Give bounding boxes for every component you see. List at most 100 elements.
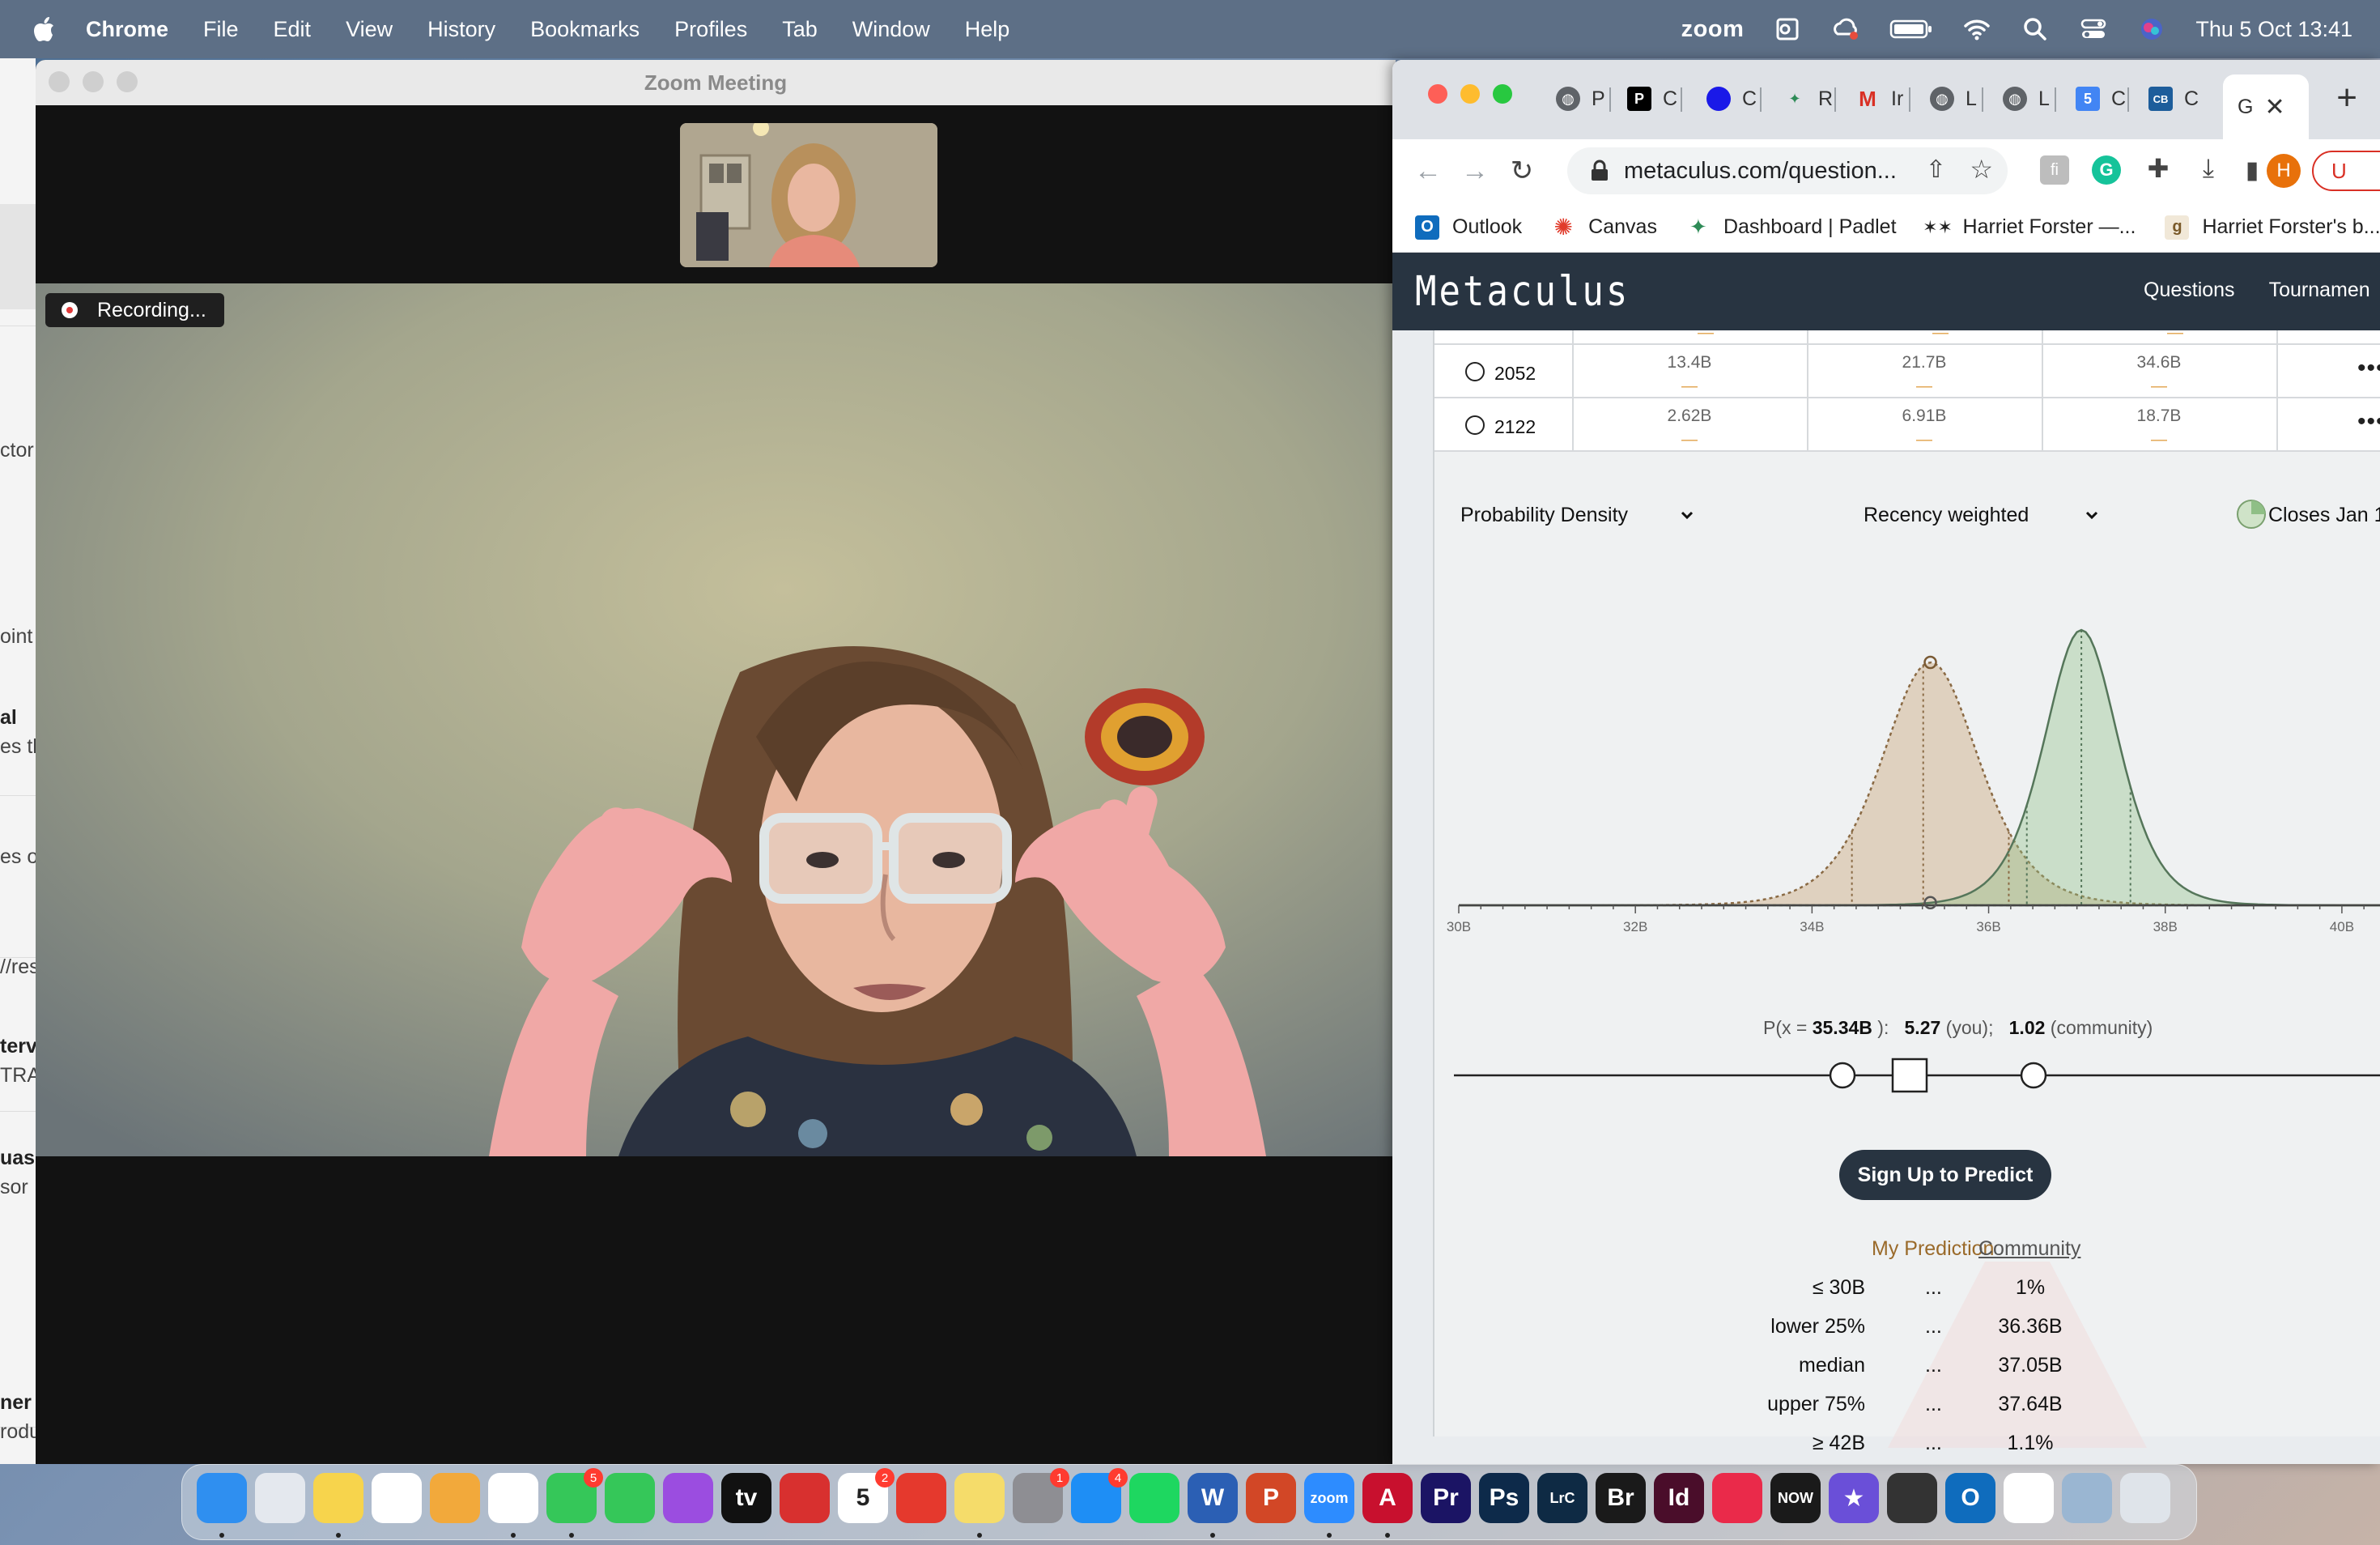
tab-6[interactable]: ◍ L [1930, 76, 1977, 121]
profile-avatar[interactable]: H [2267, 154, 2301, 188]
siri-icon[interactable] [2137, 15, 2166, 44]
extension-icon[interactable]: fi [2040, 155, 2069, 185]
podcasts-icon[interactable] [663, 1473, 713, 1523]
messages-icon[interactable]: 5 [546, 1468, 603, 1523]
address-bar[interactable]: metaculus.com/question... ⇧ ☆ [1567, 147, 2008, 194]
menu-window[interactable]: Window [852, 17, 930, 42]
self-view-video[interactable] [680, 123, 937, 267]
speech-icon[interactable] [896, 1473, 946, 1523]
outlook-icon[interactable]: O [1945, 1473, 1995, 1523]
bookmark-canvas[interactable]: ✺ Canvas [1551, 215, 1657, 240]
indesign-icon[interactable]: Id [1654, 1473, 1704, 1523]
menu-help[interactable]: Help [965, 17, 1010, 42]
tab-1[interactable]: ◍ P [1556, 76, 1605, 121]
word-icon[interactable]: W [1188, 1473, 1238, 1523]
tab-9[interactable]: CB C [2148, 76, 2199, 121]
menu-bookmarks[interactable]: Bookmarks [530, 17, 640, 42]
nav-tournaments[interactable]: Tournamen [2269, 279, 2370, 302]
acrobat-icon[interactable]: A [1362, 1473, 1413, 1523]
puzzle-icon[interactable]: ✚ [2144, 154, 2173, 183]
system-settings-icon[interactable]: 1 [1013, 1468, 1069, 1523]
density-select[interactable]: Probability Density [1460, 504, 1628, 527]
download-icon[interactable]: ⤓ [2194, 153, 2223, 183]
now-tv-icon[interactable]: NOW [1770, 1473, 1821, 1523]
chrome-icon[interactable] [488, 1473, 538, 1523]
prediction-slider[interactable] [1434, 1051, 2380, 1100]
stickies-icon[interactable] [954, 1473, 1005, 1523]
zoom-window-button[interactable] [1493, 84, 1512, 104]
back-arrow-icon[interactable]: ← [1413, 155, 1443, 186]
wifi-icon[interactable] [1962, 15, 1991, 44]
facetime-icon[interactable] [605, 1473, 655, 1523]
metaculus-logo[interactable]: Metaculus [1415, 268, 1630, 316]
tab-3[interactable]: C [1706, 76, 1757, 121]
tab-7[interactable]: ◍ L [2003, 76, 2050, 121]
appletv-icon[interactable]: tv [721, 1473, 771, 1523]
menu-clock[interactable]: Thu 5 Oct 13:41 [2195, 17, 2352, 42]
close-window-button[interactable] [1428, 84, 1447, 104]
app-store-icon[interactable]: 4 [1071, 1468, 1128, 1523]
reminders-icon[interactable] [372, 1473, 422, 1523]
row-more-button[interactable]: ••• [2357, 355, 2380, 382]
menu-edit[interactable]: Edit [274, 17, 312, 42]
menu-tab[interactable]: Tab [782, 17, 818, 42]
main-speaker-video[interactable] [36, 283, 1396, 1156]
apple-icon[interactable] [32, 16, 55, 42]
tab-4[interactable]: ✦ R [1783, 76, 1833, 121]
photoshop-icon[interactable]: Ps [1479, 1473, 1529, 1523]
creative-cloud-icon[interactable] [1831, 15, 1860, 44]
preview-icon[interactable] [2062, 1473, 2112, 1523]
probability-density-chart[interactable]: 30B 32B 34B 36B 38B 40B [1434, 598, 2380, 938]
outlook-icon[interactable] [1773, 15, 1802, 44]
menu-history[interactable]: History [427, 17, 495, 42]
control-center-icon[interactable] [2079, 15, 2108, 44]
imovie-icon[interactable]: ★ [1829, 1473, 1879, 1523]
forward-arrow-icon[interactable]: → [1460, 155, 1490, 186]
slider-center-handle[interactable] [1891, 1058, 1928, 1093]
premiere-icon[interactable]: Pr [1421, 1473, 1471, 1523]
tab-8[interactable]: 5 C [2076, 76, 2126, 121]
bookmark-harriet-2[interactable]: g Harriet Forster's b... [2165, 215, 2380, 240]
url-text[interactable]: metaculus.com/question... [1624, 158, 1897, 185]
tab-active[interactable]: G ✕ [2223, 74, 2309, 139]
trash-icon[interactable] [2120, 1473, 2170, 1523]
bookmark-outlook[interactable]: O Outlook [1415, 215, 1522, 240]
lock-icon[interactable] [1590, 160, 1609, 182]
photo-booth-icon[interactable] [780, 1473, 830, 1523]
spotify-icon[interactable] [1129, 1473, 1179, 1523]
row-radio[interactable] [1465, 362, 1485, 381]
finder-icon[interactable] [197, 1473, 247, 1523]
recording-indicator[interactable]: Recording... [45, 293, 224, 327]
zoom-window-button[interactable] [117, 71, 138, 92]
bookmark-padlet[interactable]: ✦ Dashboard | Padlet [1686, 215, 1896, 240]
reload-icon[interactable]: ↻ [1507, 155, 1536, 186]
battery-icon[interactable] [1889, 15, 1933, 44]
bookmark-star-icon[interactable]: ☆ [1970, 154, 1993, 185]
spotlight-icon[interactable] [2021, 15, 2050, 44]
launchpad-icon[interactable] [255, 1473, 305, 1523]
notes-icon[interactable] [313, 1473, 363, 1523]
quicktime-icon[interactable] [1887, 1473, 1937, 1523]
sign-up-to-predict-button[interactable]: Sign Up to Predict [1839, 1150, 2051, 1200]
share-icon[interactable]: ⇧ [1926, 155, 1946, 184]
close-icon[interactable]: ✕ [2264, 93, 2284, 121]
update-button[interactable]: U [2312, 151, 2380, 191]
side-panel-icon[interactable]: ▮ [2238, 155, 2267, 185]
creative-cloud-icon[interactable] [1712, 1473, 1762, 1523]
row-radio[interactable] [1465, 415, 1485, 435]
close-window-button[interactable] [49, 71, 70, 92]
grammarly-icon[interactable]: G [2092, 155, 2121, 185]
menu-app-name[interactable]: Chrome [86, 17, 168, 42]
slider-right-handle[interactable] [2020, 1062, 2047, 1089]
nav-questions[interactable]: Questions [2144, 279, 2235, 302]
slack-icon[interactable] [2004, 1473, 2054, 1523]
bridge-icon[interactable]: Br [1596, 1473, 1646, 1523]
minimize-window-button[interactable] [83, 71, 104, 92]
lightroom-classic-icon[interactable]: LrC [1537, 1473, 1587, 1523]
menu-profiles[interactable]: Profiles [674, 17, 747, 42]
row-more-button[interactable]: ••• [2357, 408, 2380, 436]
slider-left-handle[interactable] [1829, 1062, 1856, 1089]
tab-2[interactable]: P C [1627, 76, 1677, 121]
weighting-select[interactable]: Recency weighted [1864, 504, 2029, 527]
community-header[interactable]: Community [1978, 1237, 2080, 1261]
